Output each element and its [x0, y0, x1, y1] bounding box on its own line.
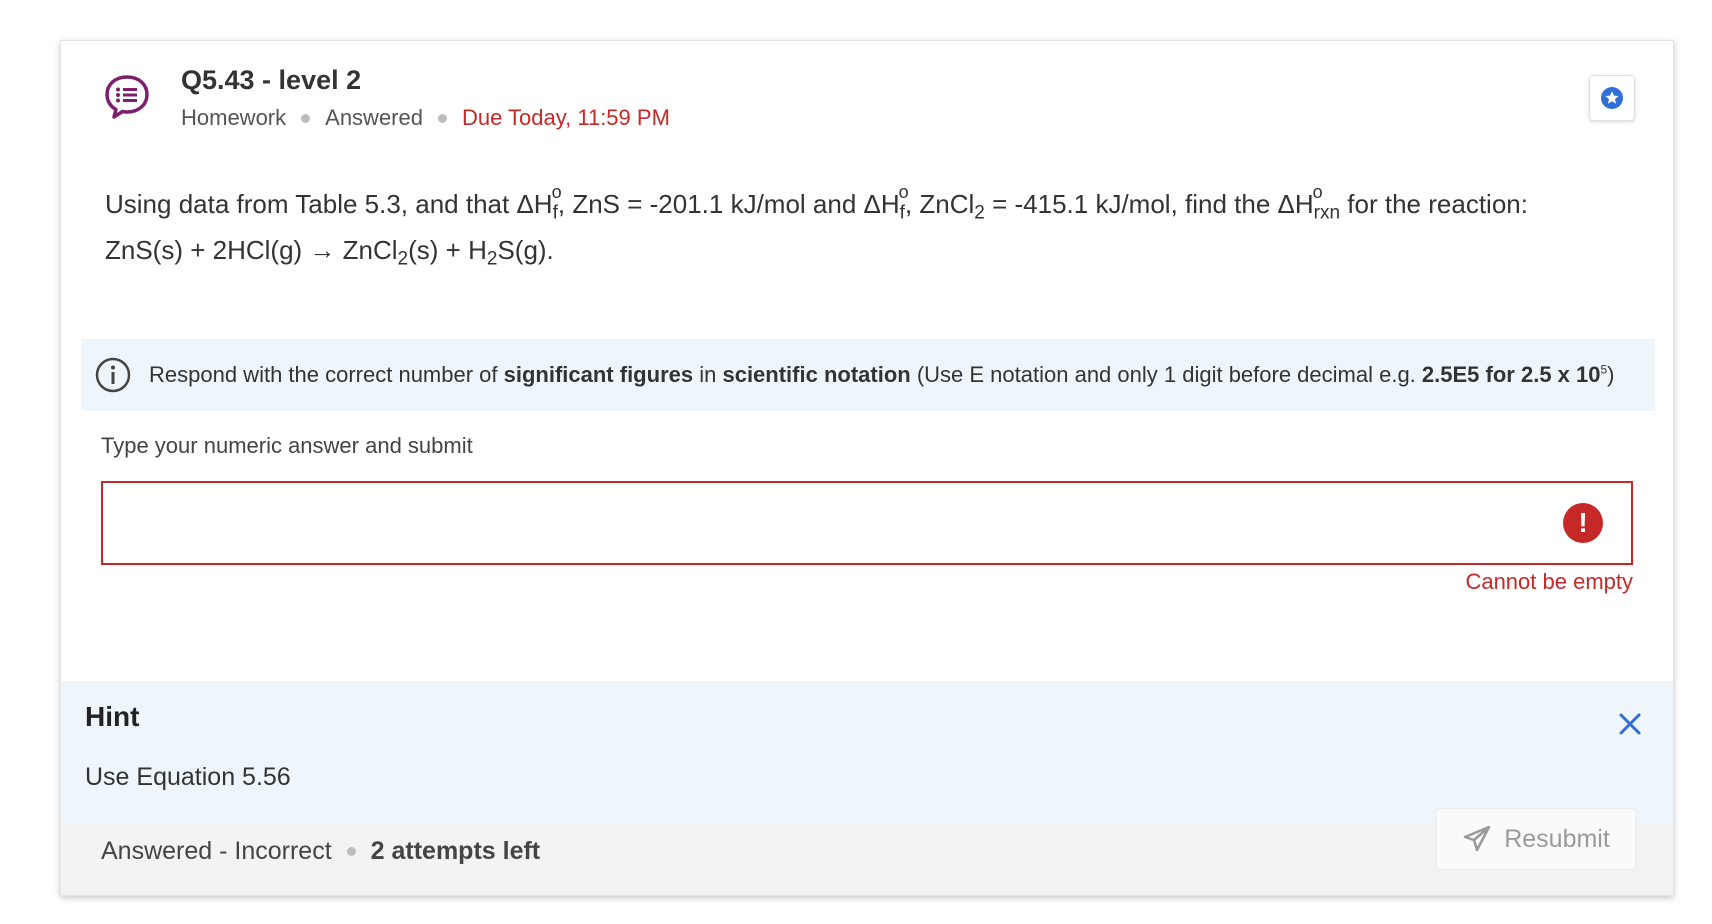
question-text: Using data from Table 5.3, and that ΔH o f… — [105, 182, 1528, 270]
submission-footer: Answered - Incorrect 2 attempts left — [61, 823, 1673, 895]
answer-status: Answered — [325, 105, 423, 130]
separator-dot — [301, 113, 311, 123]
resubmit-label: Resubmit — [1504, 824, 1610, 853]
attempts-left: 2 attempts left — [370, 837, 541, 865]
hint-text: Use Equation 5.56 — [85, 763, 291, 791]
close-icon[interactable] — [1615, 709, 1645, 739]
question-card: Q5.43 - level 2 Homework Answered Due To… — [60, 40, 1674, 896]
numeric-answer-input[interactable] — [101, 481, 1633, 565]
question-header: Q5.43 - level 2 Homework Answered Due To… — [61, 41, 1673, 151]
result-status: Answered - Incorrect — [101, 837, 332, 865]
separator-dot — [346, 847, 356, 856]
hint-title: Hint — [85, 701, 140, 732]
chat-list-icon — [105, 75, 149, 119]
star-badge-icon — [1601, 87, 1623, 109]
error-message: Cannot be empty — [1465, 569, 1633, 594]
due-date: Due Today, 11:59 PM — [461, 105, 670, 130]
instruction-text: Respond with the correct number of signi… — [149, 362, 1615, 387]
assignment-type: Homework — [181, 105, 287, 130]
submission-status: Answered - Incorrect 2 attempts left — [101, 837, 540, 866]
error-icon: ! — [1563, 503, 1603, 543]
send-icon — [1463, 825, 1491, 852]
bookmark-button[interactable] — [1589, 75, 1635, 121]
info-icon — [95, 357, 131, 393]
separator-dot — [437, 113, 447, 123]
question-meta: Homework Answered Due Today, 11:59 PM — [181, 105, 670, 131]
question-title: Q5.43 - level 2 — [181, 65, 362, 95]
instruction-banner: Respond with the correct number of signi… — [81, 339, 1655, 411]
resubmit-button[interactable]: Resubmit — [1436, 808, 1636, 870]
hint-panel: Hint Use Equation 5.56 — [61, 681, 1673, 823]
answer-label: Type your numeric answer and submit — [101, 433, 473, 458]
